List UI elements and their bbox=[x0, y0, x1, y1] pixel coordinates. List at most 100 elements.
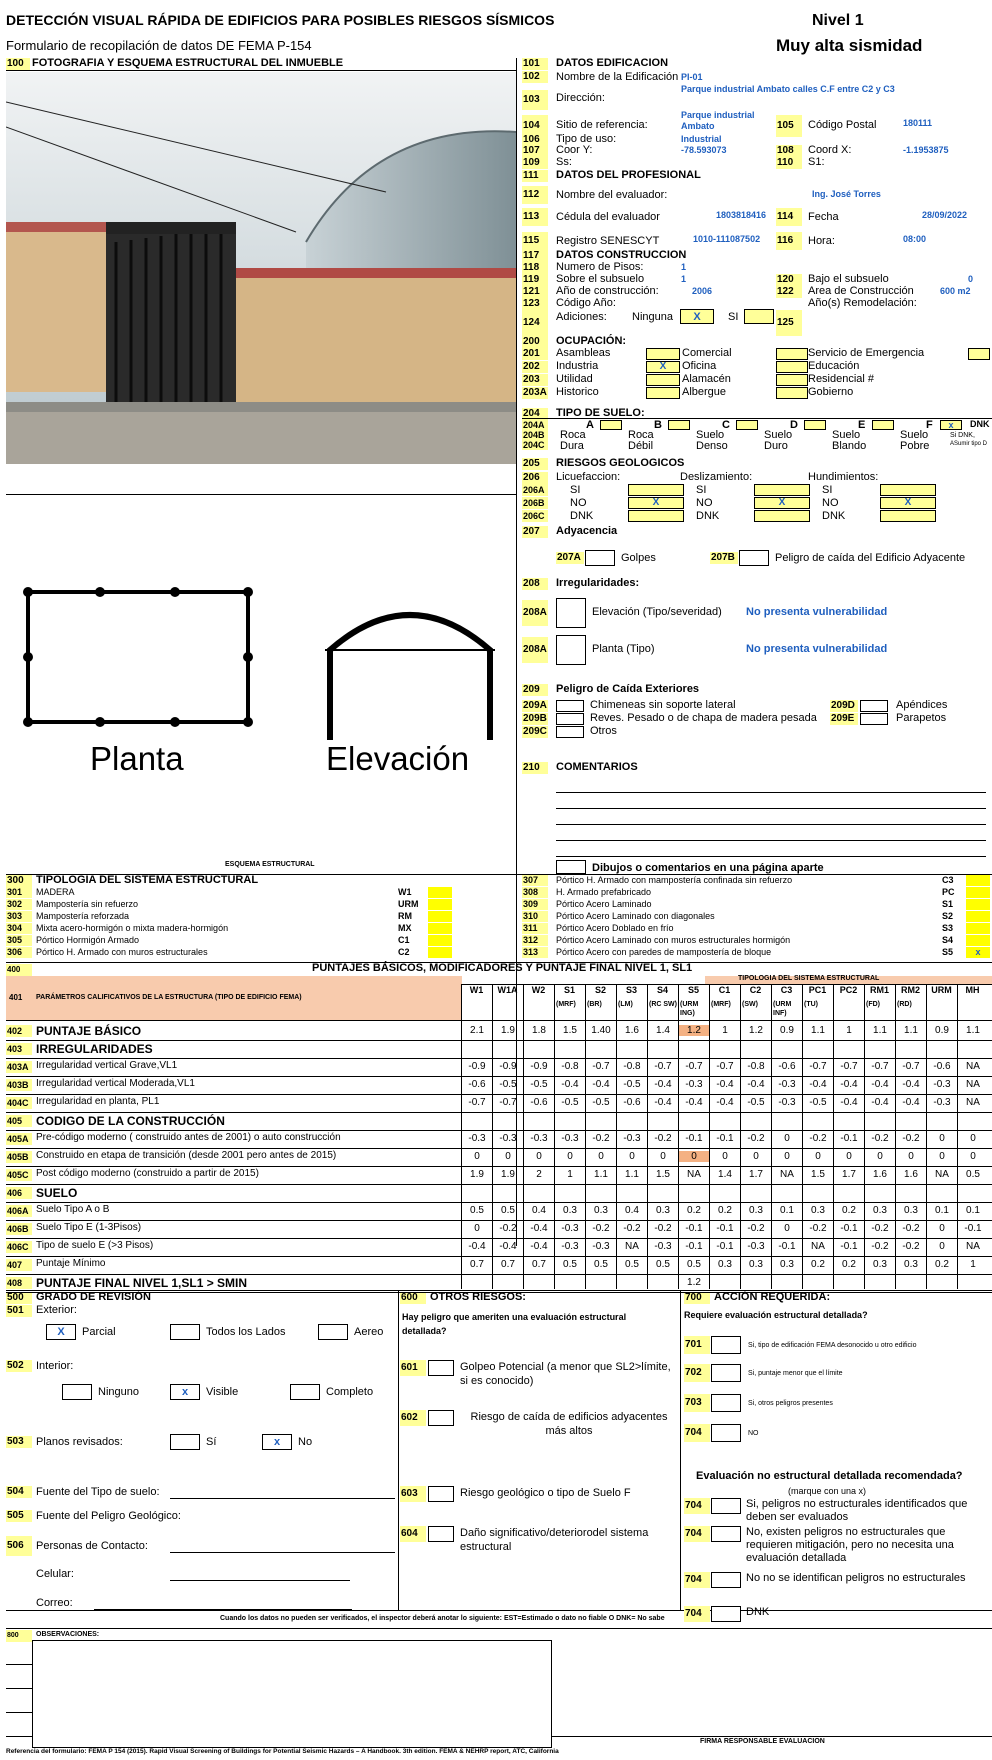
row-number: 304 bbox=[6, 923, 32, 934]
soil-type-checkbox[interactable] bbox=[872, 420, 894, 430]
additions-yes-checkbox[interactable] bbox=[744, 309, 774, 324]
geologic-checkbox[interactable] bbox=[880, 484, 936, 496]
exterior-hazard-checkbox[interactable] bbox=[556, 713, 584, 725]
typology-checkbox[interactable]: x bbox=[966, 947, 990, 958]
other-risk-checkbox[interactable] bbox=[428, 1360, 454, 1376]
typology-checkbox[interactable] bbox=[428, 887, 452, 898]
typology-checkbox[interactable] bbox=[428, 935, 452, 946]
other-risk-checkbox[interactable] bbox=[428, 1410, 454, 1426]
typology-option: Pórtico Acero Laminado bbox=[556, 899, 652, 909]
area-value[interactable]: 600 m2 bbox=[940, 286, 971, 297]
typology-checkbox[interactable] bbox=[428, 947, 452, 958]
coord-x-value[interactable]: -1.1953875 bbox=[903, 145, 949, 156]
typology-checkbox[interactable] bbox=[966, 935, 990, 946]
geologic-checkbox[interactable] bbox=[754, 484, 810, 496]
exterior-review-checkbox[interactable] bbox=[170, 1324, 200, 1340]
year-value[interactable]: 2006 bbox=[692, 286, 712, 297]
score-cell: 0.3 bbox=[873, 1259, 887, 1270]
plan-irregularity-value[interactable]: No presenta vulnerabilidad bbox=[746, 643, 887, 656]
exterior-hazard-label: Chimeneas sin soporte lateral bbox=[590, 699, 736, 711]
above-ground-value[interactable]: 1 bbox=[681, 274, 686, 285]
postal-code-value[interactable]: 180111 bbox=[903, 118, 932, 129]
occupancy-checkbox[interactable]: X bbox=[646, 361, 680, 373]
geologic-checkbox[interactable]: X bbox=[628, 497, 684, 509]
exterior-hazard-checkbox[interactable] bbox=[860, 700, 888, 712]
id-value[interactable]: 1803818416 bbox=[716, 210, 766, 221]
below-ground-value[interactable]: 0 bbox=[968, 274, 973, 285]
soil-type-checkbox[interactable] bbox=[804, 420, 826, 430]
typology-checkbox[interactable] bbox=[966, 911, 990, 922]
typology-checkbox[interactable] bbox=[428, 923, 452, 934]
row-number: 203 bbox=[522, 374, 548, 386]
action-checkbox[interactable] bbox=[711, 1394, 741, 1412]
date-value[interactable]: 28/09/2022 bbox=[922, 210, 967, 221]
occupancy-checkbox[interactable] bbox=[776, 387, 808, 399]
exterior-review-checkbox[interactable]: X bbox=[46, 1324, 76, 1340]
geologic-checkbox[interactable]: X bbox=[880, 497, 936, 509]
elevation-irregularity-value[interactable]: No presenta vulnerabilidad bbox=[746, 606, 887, 619]
interior-review-checkbox[interactable]: x bbox=[170, 1384, 200, 1400]
occupancy-checkbox[interactable] bbox=[776, 374, 808, 386]
action-checkbox[interactable] bbox=[711, 1336, 741, 1354]
falling-hazard-checkbox[interactable] bbox=[739, 550, 769, 566]
interior-review-checkbox[interactable] bbox=[62, 1384, 92, 1400]
additions-none-checkbox[interactable]: X bbox=[680, 309, 714, 324]
occupancy-checkbox[interactable] bbox=[776, 348, 808, 360]
other-risk-checkbox[interactable] bbox=[428, 1486, 454, 1502]
exterior-hazard-checkbox[interactable] bbox=[556, 700, 584, 712]
building-name-value[interactable]: PI-01 bbox=[681, 72, 703, 83]
soil-type-checkbox[interactable] bbox=[668, 420, 690, 430]
action-checkbox[interactable] bbox=[711, 1424, 741, 1442]
other-risk-label: Riesgo geológico o tipo de Suelo F bbox=[460, 1487, 631, 1499]
use-type-value[interactable]: Industrial bbox=[681, 134, 722, 145]
nonstructural-checkbox[interactable] bbox=[711, 1526, 741, 1542]
geologic-checkbox[interactable]: X bbox=[754, 497, 810, 509]
occupancy-checkbox[interactable] bbox=[646, 348, 680, 360]
nonstructural-checkbox[interactable] bbox=[711, 1606, 741, 1622]
senescyt-value[interactable]: 1010-111087502 bbox=[693, 234, 760, 245]
interior-review-checkbox[interactable] bbox=[290, 1384, 320, 1400]
exterior-hazard-checkbox[interactable] bbox=[556, 726, 584, 738]
typology-checkbox[interactable] bbox=[966, 887, 990, 898]
occupancy-checkbox[interactable] bbox=[968, 348, 990, 360]
geologic-checkbox[interactable] bbox=[628, 484, 684, 496]
soil-type-checkbox[interactable] bbox=[736, 420, 758, 430]
typology-checkbox[interactable] bbox=[428, 911, 452, 922]
other-risk-checkbox[interactable] bbox=[428, 1526, 454, 1542]
geologic-checkbox[interactable] bbox=[880, 510, 936, 522]
exterior-review-label: Aereo bbox=[354, 1326, 384, 1338]
address-value[interactable]: Parque industrial Ambato calles C.F entr… bbox=[681, 84, 895, 95]
floors-value[interactable]: 1 bbox=[681, 262, 686, 273]
typology-checkbox[interactable] bbox=[966, 923, 990, 934]
nonstructural-checkbox[interactable] bbox=[711, 1498, 741, 1514]
occupancy-option: Industria bbox=[556, 360, 599, 372]
elevation-irregularity-checkbox[interactable] bbox=[556, 598, 586, 628]
plans-review-checkbox[interactable] bbox=[170, 1434, 200, 1450]
plans-review-checkbox[interactable]: x bbox=[262, 1434, 292, 1450]
exterior-review-checkbox[interactable] bbox=[318, 1324, 348, 1340]
typology-checkbox[interactable] bbox=[966, 899, 990, 910]
time-value[interactable]: 08:00 bbox=[903, 234, 926, 245]
reference-value[interactable]: Parque industrial Ambato bbox=[681, 110, 761, 132]
coord-y-value[interactable]: -78.593073 bbox=[681, 145, 727, 156]
soil-type-checkbox[interactable] bbox=[600, 420, 622, 430]
evaluator-value[interactable]: Ing. José Torres bbox=[812, 189, 881, 200]
nonstructural-checkbox[interactable] bbox=[711, 1572, 741, 1588]
typology-checkbox[interactable] bbox=[428, 899, 452, 910]
soil-type-checkbox[interactable]: x bbox=[940, 420, 962, 430]
score-cell: 1.7 bbox=[842, 1169, 856, 1180]
occupancy-checkbox[interactable] bbox=[646, 374, 680, 386]
geologic-checkbox[interactable] bbox=[754, 510, 810, 522]
typology-checkbox[interactable] bbox=[966, 875, 990, 886]
observations-field[interactable] bbox=[32, 1640, 552, 1748]
action-checkbox[interactable] bbox=[711, 1364, 741, 1382]
occupancy-checkbox[interactable] bbox=[776, 361, 808, 373]
geologic-checkbox[interactable] bbox=[628, 510, 684, 522]
exterior-hazard-checkbox[interactable] bbox=[860, 713, 888, 725]
row-number: 206A bbox=[522, 484, 548, 496]
pounding-checkbox[interactable] bbox=[585, 550, 615, 566]
row-number: 200 bbox=[522, 336, 548, 348]
plan-irregularity-checkbox[interactable] bbox=[556, 635, 586, 665]
occupancy-checkbox[interactable] bbox=[646, 387, 680, 399]
separate-page-checkbox[interactable] bbox=[556, 860, 586, 874]
